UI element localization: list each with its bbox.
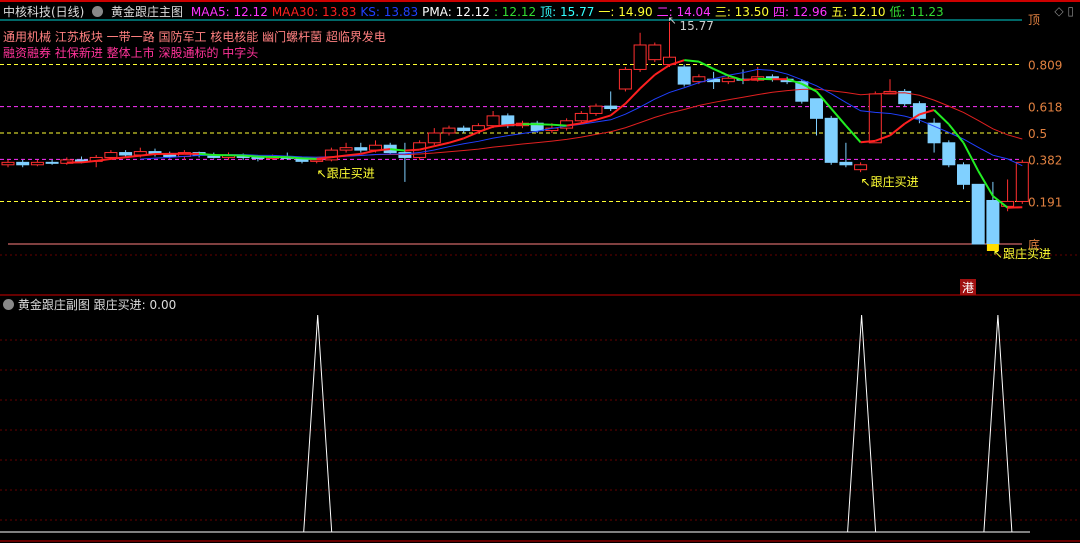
peak-label: 15.77 — [680, 19, 714, 33]
header-value: KS: 13.83 — [360, 5, 419, 19]
fib-label: 0.191 — [1028, 195, 1062, 209]
ma5-line — [684, 59, 699, 63]
window-controls: ◇ ▯ — [1054, 4, 1074, 18]
yellow-marker — [986, 244, 999, 251]
ma5-line — [448, 137, 464, 144]
ma5-line — [654, 64, 671, 76]
candle-body — [971, 183, 985, 245]
candle-body — [677, 66, 691, 85]
signal-spike — [847, 314, 877, 533]
candle-body — [104, 152, 118, 158]
ma5-line — [595, 114, 611, 121]
ma5-line — [698, 60, 715, 70]
candle-body — [854, 164, 868, 171]
buy-signal-label: ↖跟庄买进 — [317, 165, 375, 180]
ma5-line — [639, 74, 656, 90]
header-value: 低: 11.23 — [889, 5, 944, 19]
header-value: MAA30: 13.83 — [271, 5, 357, 19]
fib-label: 0.809 — [1028, 59, 1062, 73]
ma5-line — [507, 123, 523, 127]
sub-title[interactable]: 黄金跟庄副图 — [18, 298, 90, 312]
candle-body — [692, 76, 706, 83]
ma5-line — [243, 154, 258, 158]
candle-body — [574, 112, 588, 122]
hk-badge-text: 港 — [962, 281, 974, 295]
ma5-line — [287, 156, 303, 160]
header-value: 四: 12.96 — [773, 5, 828, 19]
candle-body — [442, 127, 456, 134]
ma5-line — [610, 102, 627, 117]
panel-icon[interactable]: ▯ — [1067, 4, 1074, 18]
ma5-line — [933, 109, 950, 125]
header-value: MAA5: 12.12 — [190, 5, 268, 19]
fib-label: 顶 — [1028, 13, 1040, 27]
ma5-line — [360, 149, 376, 155]
ma5-line — [624, 87, 641, 105]
candle-body — [1015, 161, 1029, 202]
candle-body — [30, 161, 44, 166]
main-header: 中核科技(日线) 黄金跟庄主图 MAA5: 12.12 MAA30: 13.83 K… — [3, 3, 952, 20]
candle-body — [1, 161, 15, 166]
price-chart[interactable]: 顶0.8090.6180.50.3820.191底15.77↖↖跟庄买进↖跟庄买… — [0, 0, 1080, 543]
signal-spike — [303, 314, 333, 533]
candle-body — [986, 199, 1000, 245]
ma5-line — [551, 123, 567, 127]
candle-body — [604, 105, 618, 110]
diamond-icon[interactable]: ◇ — [1054, 4, 1063, 18]
candle-body — [16, 161, 30, 166]
ma5-line — [199, 152, 214, 157]
candle-body — [868, 93, 882, 144]
candle-body — [339, 147, 353, 151]
ma5-line — [845, 125, 862, 143]
dropdown-circle-icon[interactable] — [92, 6, 104, 17]
ma5-line — [404, 148, 420, 152]
indicator-name[interactable]: 黄金跟庄主图 — [111, 5, 183, 19]
fib-label: 0.382 — [1028, 153, 1062, 167]
header-value: : 12.12 — [493, 5, 537, 19]
header-value: 一: 14.90 — [598, 5, 653, 19]
header-value: 顶: 15.77 — [540, 5, 595, 19]
stock-name[interactable]: 中核科技(日线) — [3, 5, 84, 19]
candle-body — [942, 142, 956, 166]
sub-header: 黄金跟庄副图 跟庄买进: 0.00 — [3, 296, 176, 313]
dropdown-circle-icon[interactable] — [3, 299, 14, 310]
ma5-line — [434, 141, 450, 148]
candle-body — [427, 132, 441, 144]
candle-body — [721, 77, 735, 83]
header-value: 五: 12.10 — [831, 5, 886, 19]
sub-value: 跟庄买进: 0.00 — [93, 298, 177, 312]
ma5-line — [889, 122, 906, 137]
ma5-line — [125, 154, 141, 159]
header-value: 二: 14.04 — [656, 5, 711, 19]
concept-tags-2: 融资融券 社保新进 整体上市 深股通标的 中字头 — [3, 46, 259, 60]
candle-body — [824, 117, 838, 163]
candle-body — [119, 152, 133, 156]
candle-body — [633, 44, 647, 70]
buy-signal-label: ↖跟庄买进 — [861, 174, 919, 189]
fib-label: 0.618 — [1028, 101, 1062, 115]
candle-body — [354, 147, 368, 151]
candle-body — [839, 161, 853, 166]
candle-body — [45, 161, 59, 164]
candle-body — [310, 159, 324, 162]
header-value: PMA: 12.12 — [422, 5, 490, 19]
candle-body — [810, 98, 823, 119]
candle-body — [457, 127, 471, 132]
fib-label: 0.5 — [1028, 127, 1047, 141]
candle-body — [486, 115, 500, 127]
buy-signal-label: ↖跟庄买进 — [993, 246, 1051, 261]
candle-body — [648, 44, 662, 61]
candle-body — [589, 105, 603, 114]
signal-spike — [983, 314, 1013, 533]
header-value: 三: 13.50 — [714, 5, 770, 19]
candle-body — [618, 68, 632, 90]
concept-tags-1: 通用机械 江苏板块 一带一路 国防军工 核电核能 幽门螺杆菌 超临界发电 — [3, 30, 386, 44]
candle-body — [957, 164, 970, 185]
ma5-line — [713, 68, 729, 77]
